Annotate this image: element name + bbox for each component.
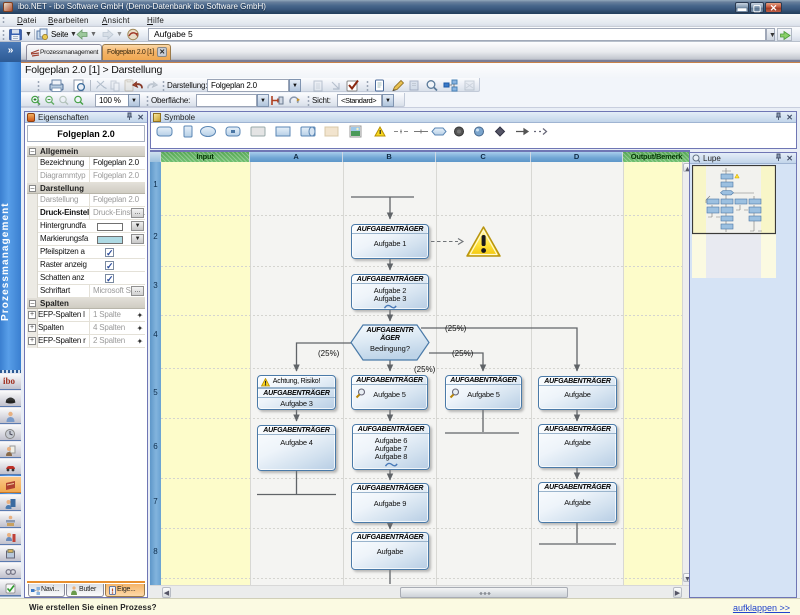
svg-text:(25%): (25%): [445, 324, 467, 333]
svg-text:(25%): (25%): [452, 349, 474, 358]
svg-text:ÄGER: ÄGER: [379, 334, 400, 342]
svg-text:(25%): (25%): [318, 349, 340, 358]
svg-text:Bedingung?: Bedingung?: [370, 344, 410, 353]
svg-text:AUFGABENTR: AUFGABENTR: [366, 327, 414, 334]
svg-text:(25%): (25%): [414, 365, 436, 374]
